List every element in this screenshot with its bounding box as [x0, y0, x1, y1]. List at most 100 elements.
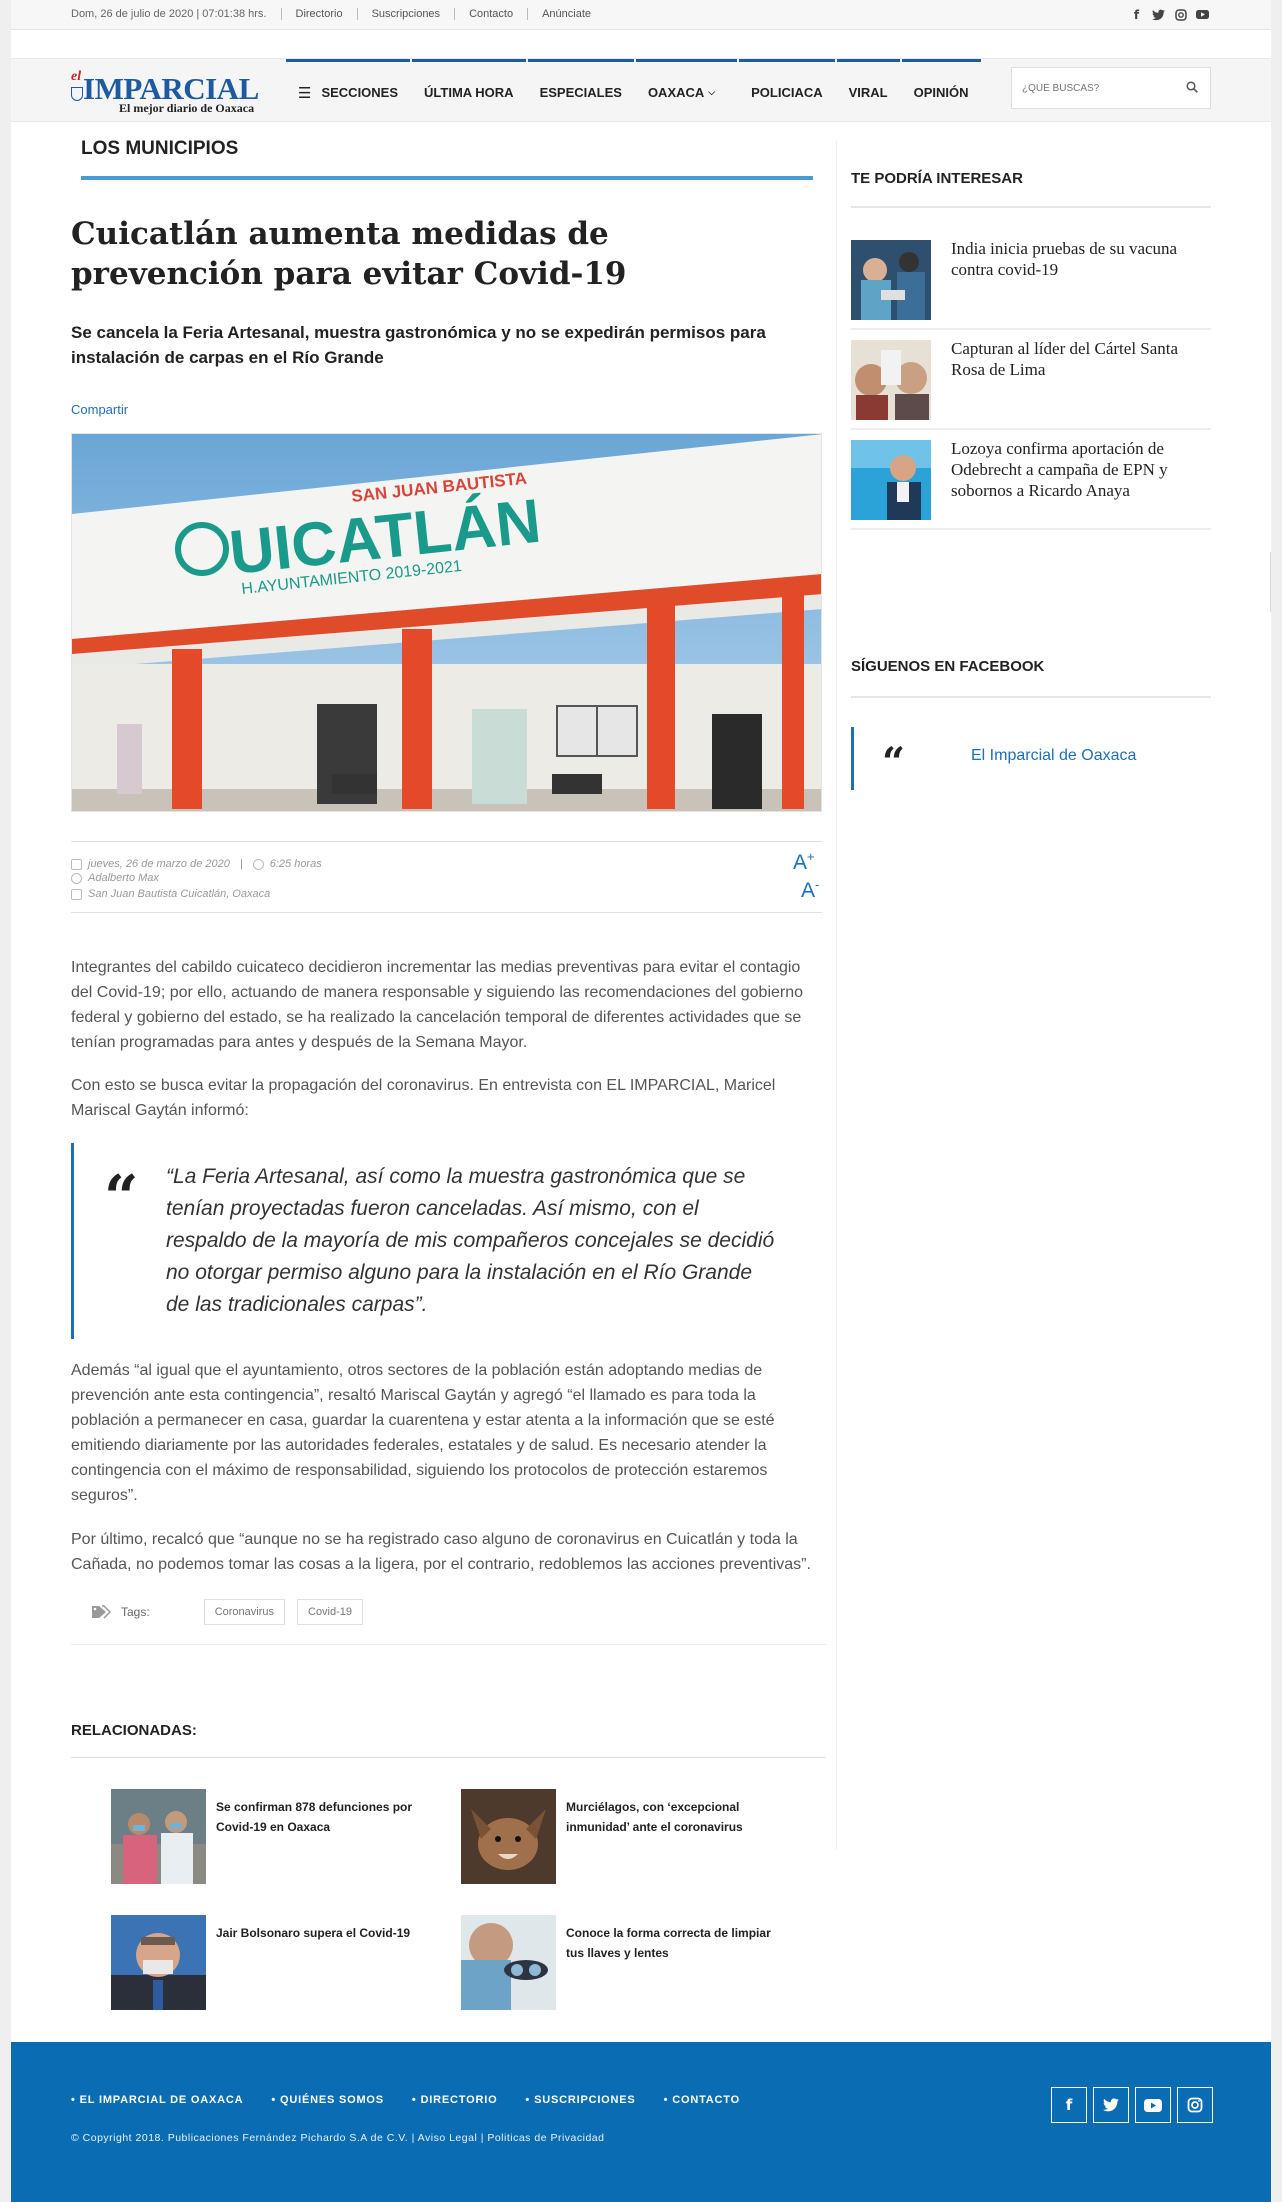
search-input[interactable]: [1022, 82, 1172, 94]
nav-ultima-hora[interactable]: ÚLTIMA HORA: [412, 59, 526, 123]
main-nav: ☰ SECCIONES ÚLTIMA HORA ESPECIALES OAXAC…: [286, 59, 983, 123]
footer-social: f: [1051, 2087, 1213, 2123]
youtube-icon[interactable]: [1135, 2087, 1171, 2123]
sidebar-article[interactable]: Lozoya confirma aportación de Odebrecht …: [851, 430, 1211, 530]
nav-ultima-hora-label: ÚLTIMA HORA: [424, 85, 514, 100]
page: Dom, 26 de julio de 2020 | 07:01:38 hrs.…: [11, 0, 1271, 2202]
tags-divider: [71, 1644, 826, 1645]
nav-secciones[interactable]: ☰ SECCIONES: [286, 59, 411, 123]
quote-text: “La Feria Artesanal, así como la muestra…: [166, 1165, 775, 1316]
related-thumbnail[interactable]: [461, 1915, 556, 2010]
twitter-icon[interactable]: [1093, 2087, 1129, 2123]
twitter-icon[interactable]: [1152, 9, 1165, 22]
sidebar-article[interactable]: India inicia pruebas de su vacuna contra…: [851, 230, 1211, 330]
sidebar-interest-title: TE PODRÍA INTERESAR: [851, 170, 1023, 187]
related-headline[interactable]: Murciélagos, con ‘excepcional inmunidad’…: [566, 1797, 776, 1837]
sidebar-facebook-title: SÍGUENOS EN FACEBOOK: [851, 658, 1045, 675]
map-icon: [71, 888, 82, 900]
footer-nav: • EL IMPARCIAL DE OAXACA • QUIÉNES SOMOS •…: [71, 2094, 768, 2106]
nav-policiaca[interactable]: POLICIACA: [739, 59, 835, 123]
article-blockquote: “ “La Feria Artesanal, así como la muest…: [71, 1143, 826, 1339]
tag-covid-19[interactable]: Covid-19: [297, 1599, 364, 1625]
article-time: 6:25 horas: [269, 858, 322, 870]
instagram-icon[interactable]: [1177, 2087, 1213, 2123]
article-location: San Juan Bautista Cuicatlán, Oaxaca: [88, 888, 271, 900]
facebook-icon[interactable]: f: [1051, 2087, 1087, 2123]
current-datetime: Dom, 26 de julio de 2020 | 07:01:38 hrs.: [71, 8, 267, 20]
tag-coronavirus[interactable]: Coronavirus: [203, 1599, 285, 1625]
nav-viral[interactable]: VIRAL: [836, 59, 900, 123]
related-headline[interactable]: Se confirman 878 defunciones por Covid-1…: [216, 1797, 426, 1837]
sidebar-headline[interactable]: India inicia pruebas de su vacuna contra…: [951, 238, 1211, 280]
facebook-icon[interactable]: f: [1130, 9, 1143, 22]
chevron-down-icon: ⌵: [708, 87, 716, 97]
site-footer: • EL IMPARCIAL DE OAXACA • QUIÉNES SOMOS •…: [11, 2042, 1271, 2202]
facebook-page-link[interactable]: El Imparcial de Oaxaca: [971, 747, 1136, 765]
user-icon: [71, 872, 82, 884]
related-item[interactable]: Jair Bolsonaro supera el Covid-19: [111, 1915, 431, 2011]
top-bar: Dom, 26 de julio de 2020 | 07:01:38 hrs.…: [11, 0, 1271, 30]
site-logo[interactable]: el IMPARCIAL El mejor diario de Oaxaca: [71, 69, 276, 115]
logo-shield-icon: [71, 87, 83, 101]
nav-opinion[interactable]: OPINIÓN: [901, 59, 981, 123]
nav-especiales-label: ESPECIALES: [539, 85, 622, 100]
search-icon[interactable]: [1186, 81, 1198, 93]
topbar-link-contacto[interactable]: Contacto: [469, 8, 513, 20]
sidebar-thumbnail[interactable]: [851, 240, 931, 320]
topbar-link-suscripciones[interactable]: Suscripciones: [372, 8, 440, 20]
sidebar-facebook-line: [851, 696, 1211, 698]
related-item[interactable]: Conoce la forma correcta de limpiar tus …: [461, 1915, 781, 2011]
sidebar-headline[interactable]: Lozoya confirma aportación de Odebrecht …: [951, 438, 1211, 501]
footer-link[interactable]: • CONTACTO: [664, 2094, 754, 2106]
instagram-icon[interactable]: [1174, 9, 1187, 22]
footer-link-label: SUSCRIPCIONES: [534, 2094, 636, 2106]
quote-icon: “: [104, 1163, 139, 1233]
sidebar-thumbnail[interactable]: [851, 440, 931, 520]
topbar-link-anunciate[interactable]: Anúnciate: [542, 8, 591, 20]
nav-opinion-label: OPINIÓN: [913, 85, 969, 100]
nav-oaxaca[interactable]: OAXACA ⌵: [635, 59, 738, 123]
nav-secciones-label: SECCIONES: [321, 85, 399, 100]
font-decrease-label: A: [801, 879, 816, 902]
footer-link[interactable]: • EL IMPARCIAL DE OAXACA: [71, 2094, 257, 2106]
related-thumbnail[interactable]: [111, 1789, 206, 1884]
related-headline[interactable]: Conoce la forma correcta de limpiar tus …: [566, 1923, 776, 1963]
article-paragraph-4: Por último, recalcó que “aunque no se ha…: [71, 1531, 811, 1573]
quote-icon: “: [882, 739, 906, 786]
footer-link[interactable]: • DIRECTORIO: [412, 2094, 512, 2106]
related-thumbnail[interactable]: [461, 1789, 556, 1884]
nav-especiales[interactable]: ESPECIALES: [527, 59, 634, 123]
footer-link-label: EL IMPARCIAL DE OAXACA: [79, 2094, 244, 2106]
article-paragraph-2: Con esto se busca evitar la propagación …: [71, 1077, 776, 1119]
sidebar-thumbnail[interactable]: [851, 340, 931, 420]
related-item[interactable]: Se confirman 878 defunciones por Covid-1…: [111, 1789, 431, 1885]
sidebar-headline[interactable]: Capturan al líder del Cártel Santa Rosa …: [951, 338, 1211, 380]
search-box: [1011, 67, 1211, 109]
font-increase-button[interactable]: A+: [793, 846, 819, 874]
meta-author-row: Adalberto Max: [71, 872, 159, 884]
nav-oaxaca-label: OAXACA: [647, 85, 705, 100]
related-thumbnail[interactable]: [111, 1915, 206, 2010]
related-item[interactable]: Murciélagos, con ‘excepcional inmunidad’…: [461, 1789, 781, 1885]
sidebar-article[interactable]: Capturan al líder del Cártel Santa Rosa …: [851, 330, 1211, 430]
sidebar-interest-line: [851, 206, 1211, 208]
related-headline[interactable]: Jair Bolsonaro supera el Covid-19: [216, 1923, 426, 1943]
menu-icon: ☰: [298, 84, 312, 102]
topbar-social: f: [1130, 9, 1209, 22]
share-link[interactable]: Compartir: [71, 402, 128, 417]
section-divider: [81, 176, 813, 180]
footer-link-label: DIRECTORIO: [420, 2094, 498, 2106]
facebook-widget: “ El Imparcial de Oaxaca: [851, 727, 1211, 790]
logo-prefix: el: [71, 69, 82, 84]
article-author: Adalberto Max: [88, 872, 159, 884]
tags-icon: [91, 1605, 112, 1619]
youtube-icon[interactable]: [1196, 9, 1209, 22]
footer-link[interactable]: • QUIÉNES SOMOS: [271, 2094, 398, 2106]
topbar-link-directorio[interactable]: Directorio: [296, 8, 343, 20]
meta-date-row: jueves, 26 de marzo de 2020 | 6:25 horas: [71, 858, 322, 870]
footer-link[interactable]: • SUSCRIPCIONES: [525, 2094, 649, 2106]
section-title[interactable]: LOS MUNICIPIOS: [81, 138, 238, 160]
font-decrease-button[interactable]: A-: [793, 874, 819, 902]
font-size-control: A+ A-: [793, 846, 819, 902]
logo-tagline: El mejor diario de Oaxaca: [119, 101, 255, 115]
